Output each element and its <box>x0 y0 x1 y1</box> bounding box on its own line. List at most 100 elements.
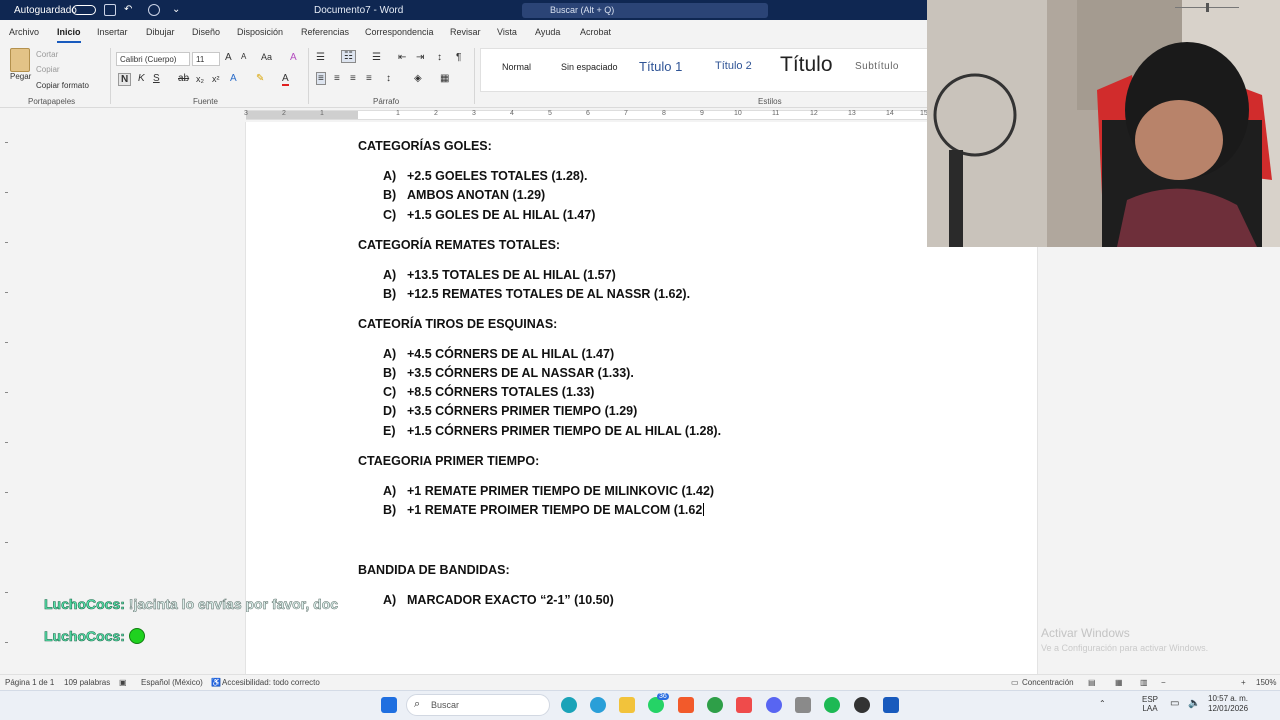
tab-vista[interactable]: Vista <box>497 27 517 37</box>
justify-icon[interactable]: ≡ <box>366 73 372 84</box>
tab-referencias[interactable]: Referencias <box>301 27 349 37</box>
font-name-select[interactable]: Calibri (Cuerpo) <box>116 52 190 66</box>
undo-icon[interactable]: ↶ <box>124 4 136 16</box>
grow-font-icon[interactable]: A <box>225 52 232 63</box>
zoom-slider-thumb[interactable] <box>1206 3 1209 12</box>
style-subtitle[interactable]: Subtítulo <box>855 61 899 72</box>
save-icon[interactable] <box>104 4 116 16</box>
focus-mode-button[interactable]: Concentración <box>1022 678 1074 687</box>
network-icon[interactable]: ▭ <box>1170 698 1179 709</box>
chrome-icon[interactable] <box>707 697 723 713</box>
paste-icon[interactable] <box>10 48 30 72</box>
numbering-icon[interactable]: ☷ <box>341 50 356 63</box>
title-search-box[interactable]: Buscar (Alt + Q) <box>522 3 768 18</box>
tray-overflow-icon[interactable]: ⌃ <box>1099 699 1106 708</box>
ruler-number: 14 <box>886 110 894 117</box>
cut-button[interactable]: Cortar <box>36 50 58 59</box>
borders-icon[interactable]: ▦ <box>440 73 449 84</box>
read-mode-icon[interactable]: ▤ <box>1088 678 1096 687</box>
zoom-level[interactable]: 150% <box>1256 678 1276 687</box>
page-count[interactable]: Página 1 de 1 <box>5 678 54 687</box>
format-painter-button[interactable]: Copiar formato <box>36 81 89 90</box>
italic-button[interactable]: K <box>138 73 145 84</box>
bullets-icon[interactable]: ☰ <box>316 52 325 63</box>
tab-acrobat[interactable]: Acrobat <box>580 27 611 37</box>
superscript-icon[interactable]: x² <box>212 74 220 84</box>
accessibility-status[interactable]: Accesibilidad: todo correcto <box>222 678 320 687</box>
horizontal-ruler[interactable]: 3 2 1 1 2 3 4 5 6 7 8 9 10 11 12 13 14 1… <box>0 108 930 122</box>
zoom-in-icon[interactable]: + <box>1241 678 1246 687</box>
zoom-out-icon[interactable]: − <box>1161 678 1166 687</box>
bold-button[interactable]: N <box>118 73 132 86</box>
shrink-font-icon[interactable]: A <box>241 52 246 61</box>
volume-icon[interactable]: 🔈 <box>1188 698 1200 709</box>
spotify-icon[interactable] <box>824 697 840 713</box>
change-case-icon[interactable]: Aa <box>261 52 272 62</box>
paste-button[interactable]: Pegar <box>10 72 31 81</box>
font-color-icon[interactable]: A <box>282 73 289 86</box>
shading-icon[interactable]: ◈ <box>414 73 422 84</box>
language-indicator[interactable]: Español (México) <box>141 678 203 687</box>
multilevel-list-icon[interactable]: ☰ <box>372 52 381 63</box>
highlight-icon[interactable]: ✎ <box>256 73 264 84</box>
tab-dibujar[interactable]: Dibujar <box>146 27 175 37</box>
redo-icon[interactable] <box>148 4 160 16</box>
underline-button[interactable]: S <box>153 73 160 84</box>
edge-icon[interactable] <box>561 697 577 713</box>
copy-button[interactable]: Copiar <box>36 65 60 74</box>
tab-inicio[interactable]: Inicio <box>57 27 81 43</box>
font-size-select[interactable]: 11 <box>192 52 220 66</box>
tab-correspondencia[interactable]: Correspondencia <box>365 27 434 37</box>
clear-format-icon[interactable]: A <box>290 52 297 63</box>
proofing-icon[interactable]: ▣ <box>119 678 127 687</box>
text-effects-icon[interactable]: A <box>230 73 237 84</box>
subscript-icon[interactable]: x₂ <box>196 74 204 84</box>
align-right-icon[interactable]: ≡ <box>350 73 356 84</box>
print-layout-icon[interactable]: ▦ <box>1115 678 1123 687</box>
web-layout-icon[interactable]: ▥ <box>1140 678 1148 687</box>
windows-start-icon[interactable] <box>381 697 397 713</box>
clock[interactable]: 10:57 a. m. 12/01/2026 <box>1208 694 1248 714</box>
telegram-icon[interactable] <box>590 697 606 713</box>
focus-icon[interactable]: ▭ <box>1011 678 1019 687</box>
autosave-toggle[interactable] <box>72 5 96 15</box>
style-no-spacing[interactable]: Sin espaciado <box>561 62 618 72</box>
typora-icon[interactable] <box>736 697 752 713</box>
clock-date: 12/01/2026 <box>1208 704 1249 713</box>
tab-disposicion[interactable]: Disposición <box>237 27 283 37</box>
line-spacing-icon[interactable]: ↕ <box>386 73 391 84</box>
strikethrough-icon[interactable]: ab <box>178 73 189 84</box>
decrease-indent-icon[interactable]: ⇤ <box>398 52 406 63</box>
list-marker: C) <box>383 385 397 399</box>
taskbar-search[interactable]: Buscar <box>406 694 550 716</box>
style-heading2[interactable]: Título 2 <box>715 60 752 72</box>
list-marker: A) <box>383 169 397 183</box>
file-explorer-icon[interactable] <box>619 697 635 713</box>
obs-icon[interactable] <box>854 697 870 713</box>
vertical-ruler[interactable] <box>2 122 12 674</box>
tab-insertar[interactable]: Insertar <box>97 27 128 37</box>
calculator-icon[interactable] <box>795 697 811 713</box>
style-normal[interactable]: Normal <box>502 62 531 72</box>
section-heading: CATEORÍA TIROS DE ESQUINAS: <box>358 317 558 331</box>
increase-indent-icon[interactable]: ⇥ <box>416 52 424 63</box>
word-icon[interactable] <box>883 697 899 713</box>
tab-diseno[interactable]: Diseño <box>192 27 220 37</box>
sort-icon[interactable]: ↕ <box>437 52 442 63</box>
tab-archivo[interactable]: Archivo <box>9 27 39 37</box>
style-heading1[interactable]: Título 1 <box>639 59 682 74</box>
align-left-icon[interactable]: ≡ <box>316 72 326 85</box>
word-count[interactable]: 109 palabras <box>64 678 110 687</box>
discord-icon[interactable] <box>766 697 782 713</box>
list-item: D) +3.5 CÓRNERS PRIMER TIEMPO (1.29) <box>383 404 637 418</box>
tab-revisar[interactable]: Revisar <box>450 27 481 37</box>
document-page[interactable] <box>246 122 1037 674</box>
tab-ayuda[interactable]: Ayuda <box>535 27 560 37</box>
show-marks-icon[interactable]: ¶ <box>456 52 461 63</box>
customize-qa-icon[interactable]: ⌄ <box>172 4 184 16</box>
accessibility-icon[interactable]: ♿ <box>211 678 221 687</box>
brave-icon[interactable] <box>678 697 694 713</box>
style-title[interactable]: Título <box>780 53 833 77</box>
input-language[interactable]: ESP LAA <box>1142 695 1158 713</box>
align-center-icon[interactable]: ≡ <box>334 73 340 84</box>
